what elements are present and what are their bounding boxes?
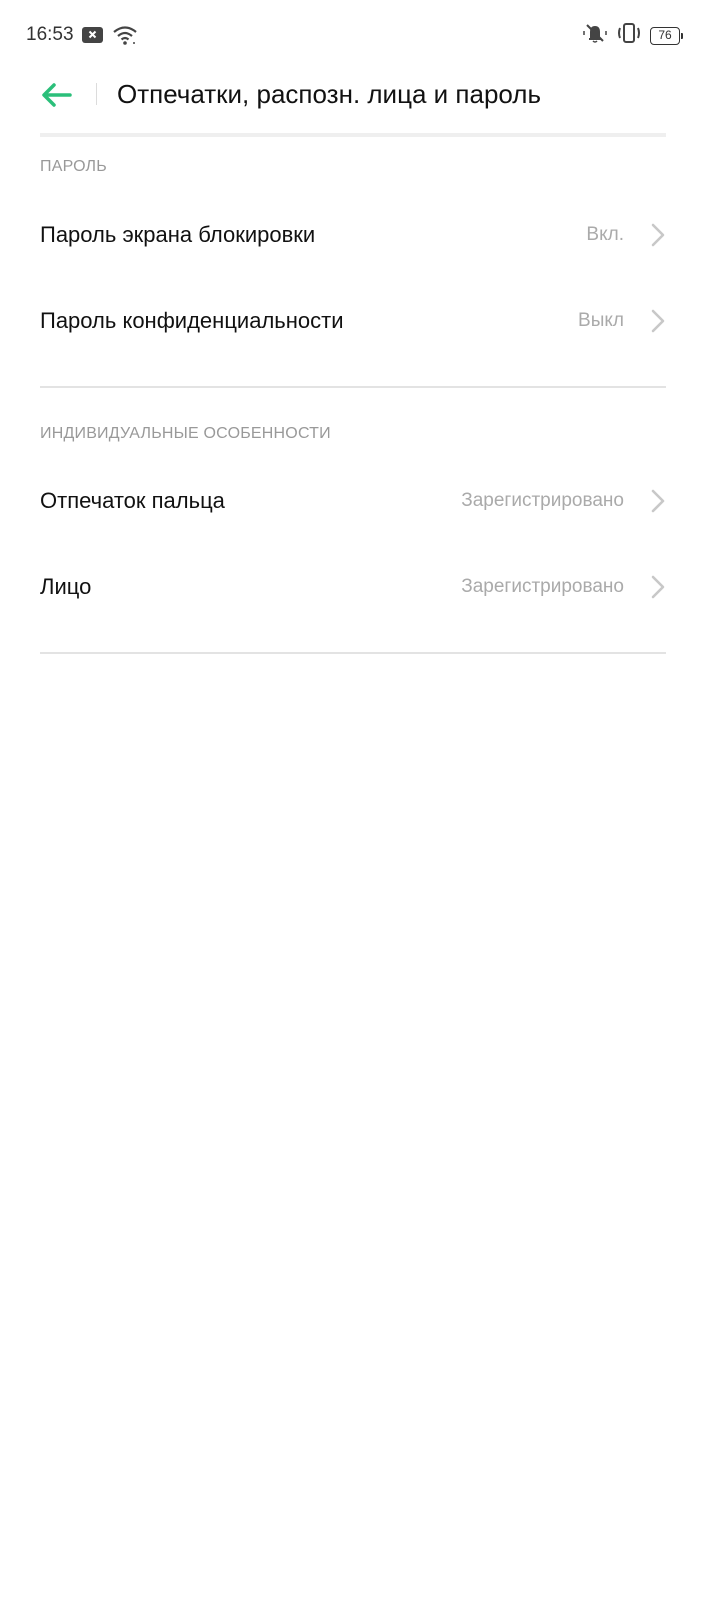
header-underline: [40, 133, 666, 137]
row-label: Лицо: [40, 574, 92, 599]
back-button[interactable]: [40, 80, 76, 110]
battery-indicator: 76: [650, 26, 683, 45]
section-title-password: ПАРОЛЬ: [40, 158, 107, 175]
chevron-right-icon: [650, 222, 666, 248]
face-row[interactable]: Лицо Зарегистрировано: [40, 544, 666, 630]
row-status: Зарегистрировано: [461, 490, 624, 511]
section-divider: [40, 652, 666, 654]
wifi-icon: [112, 24, 138, 51]
row-status: Вкл.: [586, 224, 624, 245]
page-header: Отпечатки, распозн. лица и пароль: [0, 70, 720, 132]
chevron-right-icon: [650, 574, 666, 600]
privacy-password-row[interactable]: Пароль конфиденциальности Выкл: [40, 278, 666, 364]
row-label: Пароль конфиденциальности: [40, 308, 344, 333]
header-divider: [96, 83, 97, 105]
status-right-icons: 76: [582, 22, 683, 49]
chevron-right-icon: [650, 488, 666, 514]
vibrate-icon: [616, 22, 642, 49]
bell-off-icon: [582, 22, 608, 49]
row-label: Пароль экрана блокировки: [40, 222, 316, 247]
status-bar: 16:53 76: [0, 0, 720, 70]
lock-screen-password-row[interactable]: Пароль экрана блокировки Вкл.: [40, 192, 666, 278]
arrow-left-icon: [42, 83, 72, 107]
row-status: Зарегистрировано: [461, 576, 624, 597]
row-label: Отпечаток пальца: [40, 488, 225, 513]
notification-close-icon: [82, 26, 104, 49]
row-status: Выкл: [578, 310, 624, 331]
chevron-right-icon: [650, 308, 666, 334]
page-title: Отпечатки, распозн. лица и пароль: [117, 79, 542, 109]
status-left-icons: [82, 24, 138, 51]
fingerprint-row[interactable]: Отпечаток пальца Зарегистрировано: [40, 458, 666, 544]
section-divider: [40, 386, 666, 388]
status-time: 16:53: [26, 24, 74, 45]
section-title-biometrics: ИНДИВИДУАЛЬНЫЕ ОСОБЕННОСТИ: [40, 425, 331, 442]
